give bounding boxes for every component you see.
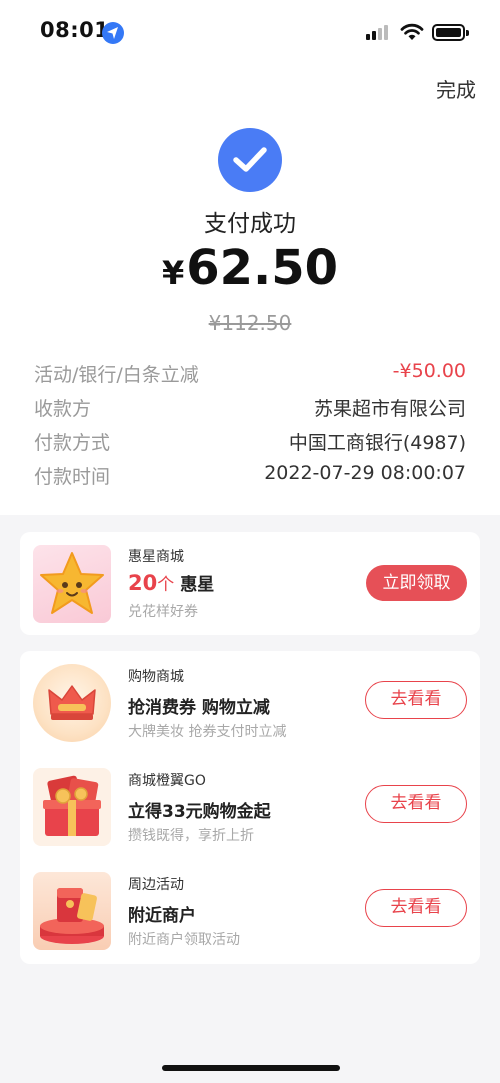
promo-subtitle: 兑花样好券: [128, 604, 198, 620]
view-button[interactable]: 去看看: [365, 681, 467, 719]
crown-icon: [33, 664, 111, 742]
list-item-headline: 抢消费券 购物立减: [128, 698, 270, 718]
gift-box-icon: [33, 768, 111, 846]
original-amount: ¥112.50: [208, 311, 292, 335]
cellular-signal-icon: [366, 24, 392, 40]
list-item-subtitle: 攒钱既得，享折上折: [128, 828, 254, 844]
promo-card[interactable]: 惠星商城 20个 惠星 兑花样好券 立即领取: [20, 532, 480, 635]
paid-amount: ¥62.50: [0, 240, 500, 296]
claim-now-button[interactable]: 立即领取: [366, 565, 467, 601]
detail-label: 付款方式: [34, 432, 111, 454]
detail-row-payee: 收款方 苏果超市有限公司: [34, 394, 466, 424]
detail-row-discount: 活动/银行/白条立减 -¥50.00: [34, 360, 466, 390]
detail-label: 活动/银行/白条立减: [34, 364, 199, 386]
promo-title: 惠星商城: [128, 549, 184, 565]
list-item-orange-wing-go[interactable]: 商城橙翼GO 立得33元购物金起 攒钱既得，享折上折 去看看: [20, 755, 480, 859]
list-item-shopping-mall[interactable]: 购物商城 抢消费券 购物立减 大牌美妆 抢券支付时立减 去看看: [20, 651, 480, 755]
detail-row-payment-time: 付款时间 2022-07-29 08:00:07: [34, 462, 466, 492]
status-time: 08:01: [40, 18, 110, 42]
list-item-subtitle: 附近商户领取活动: [128, 932, 240, 948]
status-bar: 08:01: [0, 0, 500, 64]
list-item-title: 周边活动: [128, 877, 184, 893]
promo-reward: 惠星: [180, 575, 215, 595]
amount-value: 62.50: [186, 240, 339, 296]
detail-value: 2022-07-29 08:00:07: [264, 462, 466, 484]
wifi-icon: [400, 22, 424, 46]
promo-count: 20: [128, 571, 158, 595]
list-item-subtitle: 大牌美妆 抢券支付时立减: [128, 724, 287, 740]
location-arrow-icon: [102, 22, 124, 44]
star-mascot-icon: [33, 545, 111, 623]
red-packet-icon: [33, 872, 111, 950]
list-item-nearby-activity[interactable]: 周边活动 附近商户 附近商户领取活动 去看看: [20, 859, 480, 964]
promo-unit: 个: [157, 575, 175, 595]
list-item-headline: 立得33元购物金起: [128, 802, 271, 822]
list-item-title: 商城橙翼GO: [128, 773, 206, 789]
detail-value: 中国工商银行(4987): [288, 432, 466, 454]
detail-row-payment-method: 付款方式 中国工商银行(4987): [34, 428, 466, 458]
home-indicator[interactable]: [162, 1065, 340, 1071]
detail-label: 收款方: [34, 398, 92, 420]
currency-symbol: ¥: [161, 254, 185, 292]
view-button[interactable]: 去看看: [365, 889, 467, 927]
detail-value: 苏果超市有限公司: [313, 398, 466, 420]
success-check-icon: [218, 128, 282, 192]
activity-list-card: 购物商城 抢消费券 购物立减 大牌美妆 抢券支付时立减 去看看 商城橙翼GO 立…: [20, 651, 480, 964]
detail-label: 付款时间: [34, 466, 111, 488]
promo-headline: 20个 惠星: [128, 570, 214, 595]
battery-icon: [432, 24, 469, 41]
done-button[interactable]: 完成: [436, 74, 476, 103]
payment-success-title: 支付成功: [204, 211, 296, 237]
detail-value: -¥50.00: [392, 360, 466, 382]
list-item-headline: 附近商户: [128, 906, 196, 926]
list-item-title: 购物商城: [128, 669, 184, 685]
view-button[interactable]: 去看看: [365, 785, 467, 823]
